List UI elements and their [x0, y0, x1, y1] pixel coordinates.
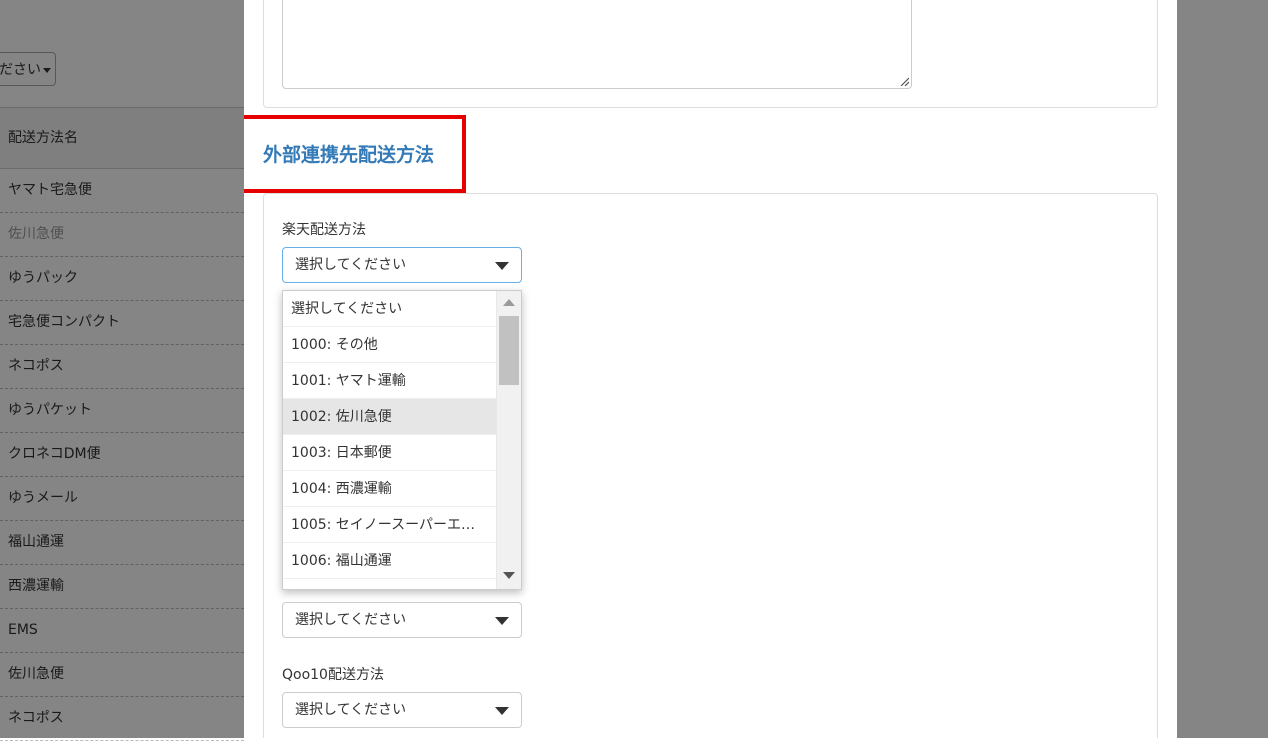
- top-panel: [263, 0, 1158, 108]
- rakuten-shipping-select[interactable]: 選択してください: [282, 247, 522, 283]
- dropdown-option[interactable]: 選択してください: [283, 291, 496, 327]
- marketplace-selected-value: 選択してください: [295, 612, 407, 628]
- scrollbar-thumb[interactable]: [499, 316, 519, 385]
- rakuten-shipping-dropdown[interactable]: 選択してください 1000: その他 1001: ヤマト運輸 1002: 佐川急便 10…: [282, 290, 522, 590]
- qoo10-selected-value: 選択してください: [295, 702, 407, 718]
- rakuten-shipping-label: 楽天配送方法: [282, 222, 366, 238]
- chevron-down-icon: [495, 262, 509, 270]
- chevron-down-icon: [495, 617, 509, 625]
- dropdown-option[interactable]: 1001: ヤマト運輸: [283, 363, 496, 399]
- dropdown-options: 選択してください 1000: その他 1001: ヤマト運輸 1002: 佐川急便 10…: [283, 291, 521, 579]
- dropdown-option[interactable]: 1005: セイノースーパーエ…: [283, 507, 496, 543]
- modal-dialog: 外部連携先配送方法 楽天配送方法 選択してください 選択してください Qoo10…: [244, 0, 1177, 738]
- chevron-down-icon: [495, 707, 509, 715]
- qoo10-shipping-label: Qoo10配送方法: [282, 667, 384, 683]
- dropdown-option[interactable]: 1004: 西濃運輸: [283, 471, 496, 507]
- scroll-down-arrow-icon[interactable]: [503, 572, 515, 579]
- dropdown-option[interactable]: 1006: 福山通運: [283, 543, 496, 579]
- qoo10-shipping-select[interactable]: 選択してください: [282, 692, 522, 728]
- dropdown-option[interactable]: 1003: 日本郵便: [283, 435, 496, 471]
- dropdown-option[interactable]: 1000: その他: [283, 327, 496, 363]
- rakuten-selected-value: 選択してください: [295, 257, 407, 273]
- notes-textarea[interactable]: [282, 0, 912, 89]
- resize-handle-icon[interactable]: [899, 76, 909, 86]
- marketplace-shipping-select[interactable]: 選択してください: [282, 602, 522, 638]
- scroll-up-arrow-icon[interactable]: [503, 299, 515, 306]
- highlight-annotation-box: [244, 115, 466, 193]
- dropdown-option[interactable]: 1002: 佐川急便: [283, 399, 496, 435]
- dropdown-scrollbar[interactable]: [496, 291, 521, 589]
